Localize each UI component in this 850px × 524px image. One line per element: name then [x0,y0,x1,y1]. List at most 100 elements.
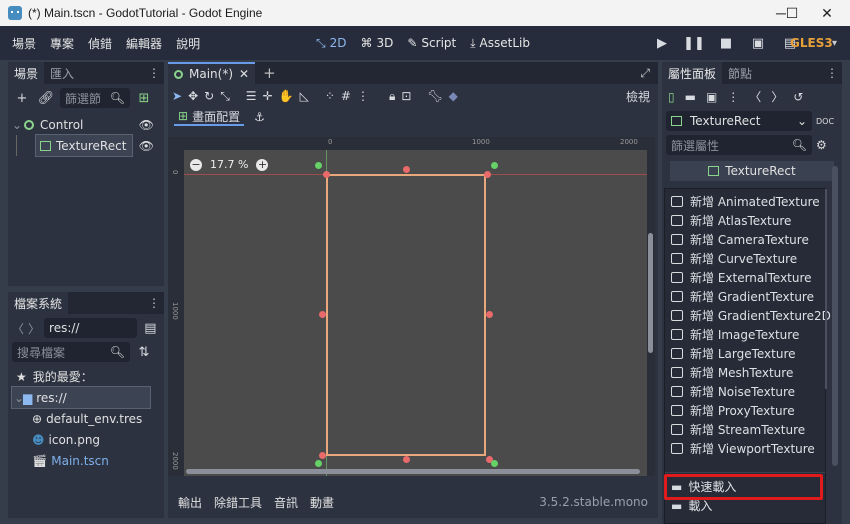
horizontal-scrollbar[interactable] [186,469,640,474]
dock-menu-icon[interactable]: ⋮ [148,296,160,310]
file-row-res[interactable]: ⌄ ▆ res:// [11,386,151,409]
layout-menu[interactable]: ⊞ 畫面配置 [174,108,245,126]
menu-item-new-curvetexture[interactable]: 新增 CurveTexture [665,249,825,268]
file-search-input[interactable]: 搜尋檔案 🔍︎ [12,342,130,362]
inspector-scrollbar[interactable] [832,166,838,466]
file-row-main[interactable]: 🎬︎ Main.tscn [16,450,160,471]
list-select-icon[interactable]: ☰ [246,89,257,103]
instance-scene-icon[interactable]: ⊞ [134,88,154,108]
menu-scene[interactable]: 場景 [6,35,42,52]
more-icon[interactable]: ⋮ [357,89,369,103]
history-back-icon[interactable]: 〈 [749,88,761,105]
anchor-handle-tl[interactable] [315,162,322,169]
stop-icon[interactable]: ■ [716,33,736,53]
close-button[interactable]: ✕ [804,0,850,26]
forward-icon[interactable]: 〉 [28,320,40,337]
menu-project[interactable]: 專案 [44,35,80,52]
zoom-out-button[interactable]: − [190,158,202,171]
add-node-icon[interactable]: + [12,88,32,108]
close-tab-icon[interactable]: ✕ [239,67,249,81]
property-filter-input[interactable]: 篩選屬性 🔍︎ [666,135,812,155]
tree-row-control[interactable]: ⌄ Control 👁︎ [12,114,160,135]
save-icon[interactable]: ▣ [706,90,717,104]
favorites-row[interactable]: ★ 我的最愛： [16,366,160,387]
view-menu[interactable]: 檢視 [626,88,650,105]
menu-item-new-atlastexture[interactable]: 新增 AtlasTexture [665,211,825,230]
tree-row-texturerect[interactable]: TextureRect 👁︎ [12,134,160,157]
menu-item-new-viewporttexture[interactable]: 新增 ViewportTexture [665,439,825,458]
menu-item-new-gradienttexture2d[interactable]: 新增 GradientTexture2D [665,306,831,325]
popup-scrollbar[interactable] [825,189,827,389]
bone-icon[interactable]: 🦴︎ [427,89,442,103]
canvas-viewport[interactable]: − 17.7 % + [184,150,647,476]
grid-snap-icon[interactable]: # [341,89,351,103]
path-field[interactable]: res:// [44,318,137,338]
renderer-select[interactable]: GLES3 [790,36,833,50]
scene-filter-input[interactable]: 篩選節 🔍︎ [60,88,130,108]
resize-handle-tr[interactable] [484,171,491,178]
history-forward-icon[interactable]: 〉 [771,88,783,105]
open-folder-icon[interactable]: ▬ [685,90,696,104]
visibility-eye-icon[interactable]: 👁︎ [139,139,154,153]
zoom-level[interactable]: 17.7 % [210,158,248,171]
resize-handle-b[interactable] [403,456,410,463]
menu-item-new-imagetexture[interactable]: 新增 ImageTexture [665,325,825,344]
resize-handle-l[interactable] [319,311,326,318]
visibility-eye-icon[interactable]: 👁︎ [139,118,154,132]
select-tool-icon[interactable]: ➤ [172,89,182,103]
more-options-icon[interactable]: ⋮ [727,90,739,104]
tab-audio[interactable]: 音訊 [274,494,298,511]
zoom-in-button[interactable]: + [256,158,269,171]
workspace-2d[interactable]: ⤡ 2D [316,36,346,51]
workspace-script[interactable]: ✎ Script [407,36,456,51]
new-resource-icon[interactable]: ▯ [668,90,675,104]
menu-item-new-gradienttexture[interactable]: 新增 GradientTexture [665,287,825,306]
pivot-icon[interactable]: ✛ [263,89,273,103]
workspace-assetlib[interactable]: ⤓ AssetLib [470,36,530,51]
settings-icon[interactable]: ⚙︎ [816,138,827,152]
rotate-tool-icon[interactable]: ↻ [204,89,214,103]
sort-icon[interactable]: ⇅ [134,342,154,362]
link-icon[interactable]: 🔗︎ [36,88,56,108]
menu-editor[interactable]: 編輯器 [120,35,168,52]
pan-icon[interactable]: ✋ [279,89,294,103]
back-icon[interactable]: 〈 [12,320,24,337]
tab-main-scene[interactable]: Main(*) ✕ [168,62,256,84]
menu-help[interactable]: 說明 [170,35,206,52]
menu-item-new-proxytexture[interactable]: 新增 ProxyTexture [665,401,825,420]
tab-node[interactable]: 節點 [722,62,758,84]
menu-item-new-animatedtexture[interactable]: 新增 AnimatedTexture [665,192,825,211]
anchor-handle-bl[interactable] [315,460,322,467]
texture-property-header[interactable]: TextureRect [670,161,834,181]
menu-item-new-cameratexture[interactable]: 新增 CameraTexture [665,230,825,249]
vertical-scrollbar[interactable] [648,233,653,353]
dock-menu-icon[interactable]: ⋮ [148,66,160,80]
doc-icon[interactable]: DOC [816,117,834,126]
group-icon[interactable]: ⊡ [401,89,411,103]
file-row-env[interactable]: ⊕ default_env.tres [16,408,160,429]
tab-output[interactable]: 輸出 [178,494,202,511]
split-view-icon[interactable]: ▤ [141,318,160,338]
play-icon[interactable]: ▶ [652,33,672,53]
workspace-3d[interactable]: ⌘ 3D [360,36,393,51]
tab-debugger[interactable]: 除錯工具 [214,494,262,511]
resize-handle-tl[interactable] [323,171,330,178]
tab-inspector[interactable]: 屬性面板 [662,62,723,84]
resize-handle-bl[interactable] [319,452,326,459]
tab-filesystem[interactable]: 檔案系統 [8,292,69,314]
tab-import[interactable]: 匯入 [44,62,80,84]
pause-icon[interactable]: ❚❚ [683,33,705,53]
distraction-free-icon[interactable]: ⤢ [640,66,650,81]
file-row-icon[interactable]: ☻ icon.png [16,429,160,450]
menu-debug[interactable]: 偵錯 [82,35,118,52]
menu-item-new-largetexture[interactable]: 新增 LargeTexture [665,344,825,363]
smart-snap-icon[interactable]: ⁘ [325,89,335,103]
anchor-handle-tr[interactable] [491,162,498,169]
menu-item-new-meshtexture[interactable]: 新增 MeshTexture [665,363,825,382]
play-scene-icon[interactable]: ▣ [748,33,768,53]
tab-scene[interactable]: 場景 [8,62,45,84]
camera-override-icon[interactable]: ◆ [449,89,458,103]
menu-item-new-externaltexture[interactable]: 新增 ExternalTexture [665,268,825,287]
menu-item-new-streamtexture[interactable]: 新增 StreamTexture [665,420,825,439]
move-tool-icon[interactable]: ✥ [188,89,198,103]
